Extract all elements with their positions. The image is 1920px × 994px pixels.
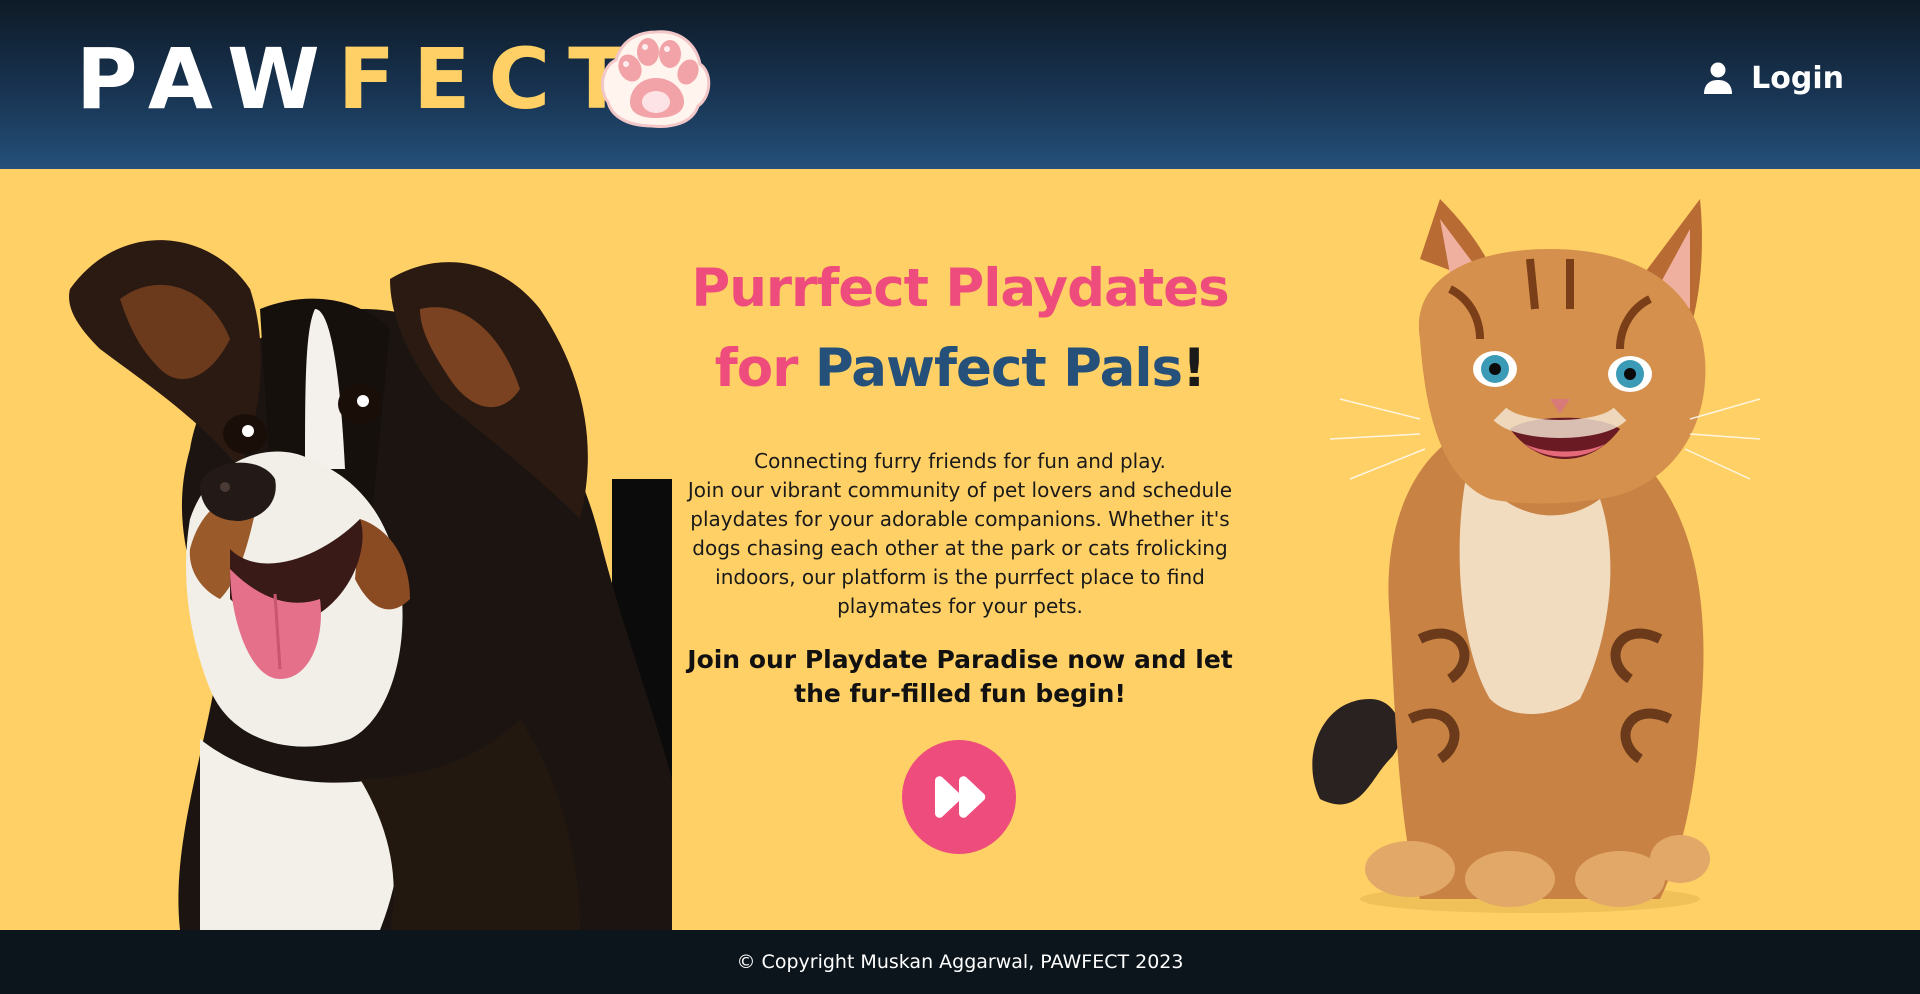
user-icon	[1704, 62, 1733, 94]
title-for: for	[714, 338, 799, 399]
title-pals: Pawfect Pals	[814, 338, 1183, 399]
hero-content: Purrfect Playdates for Pawfect Pals! Con…	[660, 249, 1260, 711]
hero-section: Purrfect Playdates for Pawfect Pals! Con…	[0, 169, 1920, 930]
hero-description: Connecting furry friends for fun and pla…	[680, 447, 1240, 621]
start-button[interactable]	[902, 740, 1016, 854]
logo-text-paw: PAW	[76, 30, 338, 128]
login-button[interactable]: Login	[1703, 56, 1844, 100]
site-header: PAW FECT Login	[0, 0, 1920, 169]
cta-text: Join our Playdate Paradise now and let t…	[687, 645, 1233, 708]
cat-image	[1312, 199, 1760, 913]
hero-title: Purrfect Playdates for Pawfect Pals!	[660, 249, 1260, 409]
brand-logo[interactable]: PAW FECT	[76, 34, 643, 124]
fast-forward-icon	[935, 776, 986, 818]
copyright-text: © Copyright Muskan Aggarwal, PAWFECT 202…	[736, 951, 1184, 973]
title-line1: Purrfect Playdates	[691, 258, 1229, 319]
site-footer: © Copyright Muskan Aggarwal, PAWFECT 202…	[0, 930, 1920, 994]
logo-text-fect: FECT	[337, 30, 644, 128]
description-body: Join our vibrant community of pet lovers…	[687, 478, 1233, 618]
description-line: Connecting furry friends for fun and pla…	[754, 449, 1166, 473]
dog-image	[69, 240, 672, 930]
login-label: Login	[1751, 60, 1844, 96]
title-bang: !	[1182, 338, 1206, 399]
paw-icon	[600, 30, 711, 128]
